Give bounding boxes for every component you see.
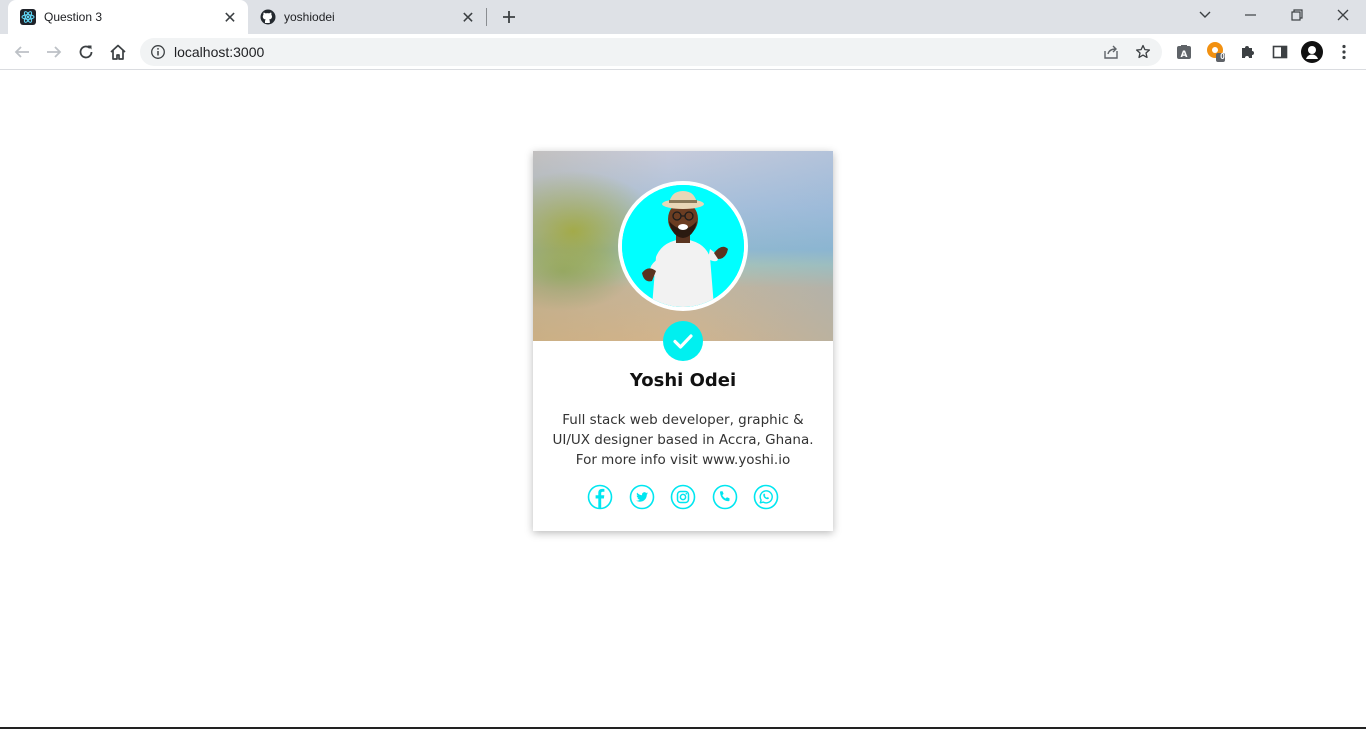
profile-avatar[interactable] bbox=[1301, 41, 1323, 63]
close-icon bbox=[1337, 9, 1349, 21]
whatsapp-icon bbox=[753, 484, 779, 510]
social-links bbox=[533, 484, 833, 510]
new-tab-button[interactable] bbox=[498, 6, 520, 28]
extensions-puzzle-icon[interactable] bbox=[1238, 42, 1258, 62]
bookmark-star-icon[interactable] bbox=[1134, 43, 1152, 61]
chevron-down-icon bbox=[1199, 11, 1211, 18]
site-info-icon[interactable] bbox=[150, 44, 166, 60]
tab-yoshiodei[interactable]: yoshiodei ✕ bbox=[248, 0, 486, 34]
instagram-link[interactable] bbox=[670, 484, 696, 510]
restore-icon bbox=[1291, 9, 1303, 21]
tab-title: yoshiodei bbox=[284, 10, 335, 24]
tab-close-icon[interactable]: ✕ bbox=[460, 8, 476, 27]
react-icon bbox=[20, 9, 36, 25]
facebook-icon bbox=[587, 484, 613, 510]
instagram-icon bbox=[670, 484, 696, 510]
tab-search-button[interactable] bbox=[1182, 0, 1228, 30]
extension-orange-icon[interactable]: 0 bbox=[1206, 42, 1226, 62]
tab-title: Question 3 bbox=[44, 10, 103, 24]
tab-question-3[interactable]: Question 3 ✕ bbox=[8, 0, 248, 34]
tab-close-icon[interactable]: ✕ bbox=[222, 8, 238, 27]
browser-toolbar: localhost:3000 A 0 bbox=[0, 34, 1366, 70]
menu-kebab-icon[interactable] bbox=[1334, 42, 1354, 62]
extension-a-icon[interactable]: A bbox=[1174, 42, 1194, 62]
extension-badge: 0 bbox=[1220, 52, 1225, 61]
phone-icon bbox=[712, 484, 738, 510]
url-text: localhost:3000 bbox=[174, 44, 265, 60]
close-window-button[interactable] bbox=[1320, 0, 1366, 30]
plus-icon bbox=[503, 11, 515, 23]
restore-button[interactable] bbox=[1274, 0, 1320, 30]
minimize-button[interactable] bbox=[1228, 0, 1274, 30]
facebook-link[interactable] bbox=[587, 484, 613, 510]
phone-link[interactable] bbox=[712, 484, 738, 510]
tab-separator bbox=[486, 8, 487, 26]
verified-badge bbox=[663, 321, 703, 361]
reload-button[interactable] bbox=[72, 38, 100, 66]
checkmark-icon bbox=[673, 334, 693, 349]
home-icon bbox=[110, 44, 126, 60]
tab-strip: Question 3 ✕ yoshiodei ✕ bbox=[0, 0, 1366, 34]
person-photo bbox=[622, 185, 744, 307]
share-icon[interactable] bbox=[1102, 43, 1120, 61]
whatsapp-link[interactable] bbox=[753, 484, 779, 510]
twitter-link[interactable] bbox=[629, 484, 655, 510]
side-panel-icon[interactable] bbox=[1270, 42, 1290, 62]
minimize-icon bbox=[1245, 14, 1256, 16]
avatar bbox=[618, 181, 748, 311]
forward-button[interactable] bbox=[40, 38, 68, 66]
twitter-icon bbox=[629, 484, 655, 510]
reload-icon bbox=[79, 45, 93, 59]
home-button[interactable] bbox=[104, 38, 132, 66]
address-bar[interactable]: localhost:3000 bbox=[140, 38, 1162, 66]
svg-text:A: A bbox=[1181, 50, 1188, 60]
arrow-right-icon bbox=[47, 46, 62, 58]
profile-card: Yoshi Odei Full stack web developer, gra… bbox=[533, 151, 833, 531]
github-icon bbox=[260, 9, 276, 25]
arrow-left-icon bbox=[14, 46, 29, 58]
back-button[interactable] bbox=[8, 38, 36, 66]
profile-name: Yoshi Odei bbox=[629, 370, 737, 391]
profile-bio: Full stack web developer, graphic & UI/U… bbox=[552, 412, 814, 468]
